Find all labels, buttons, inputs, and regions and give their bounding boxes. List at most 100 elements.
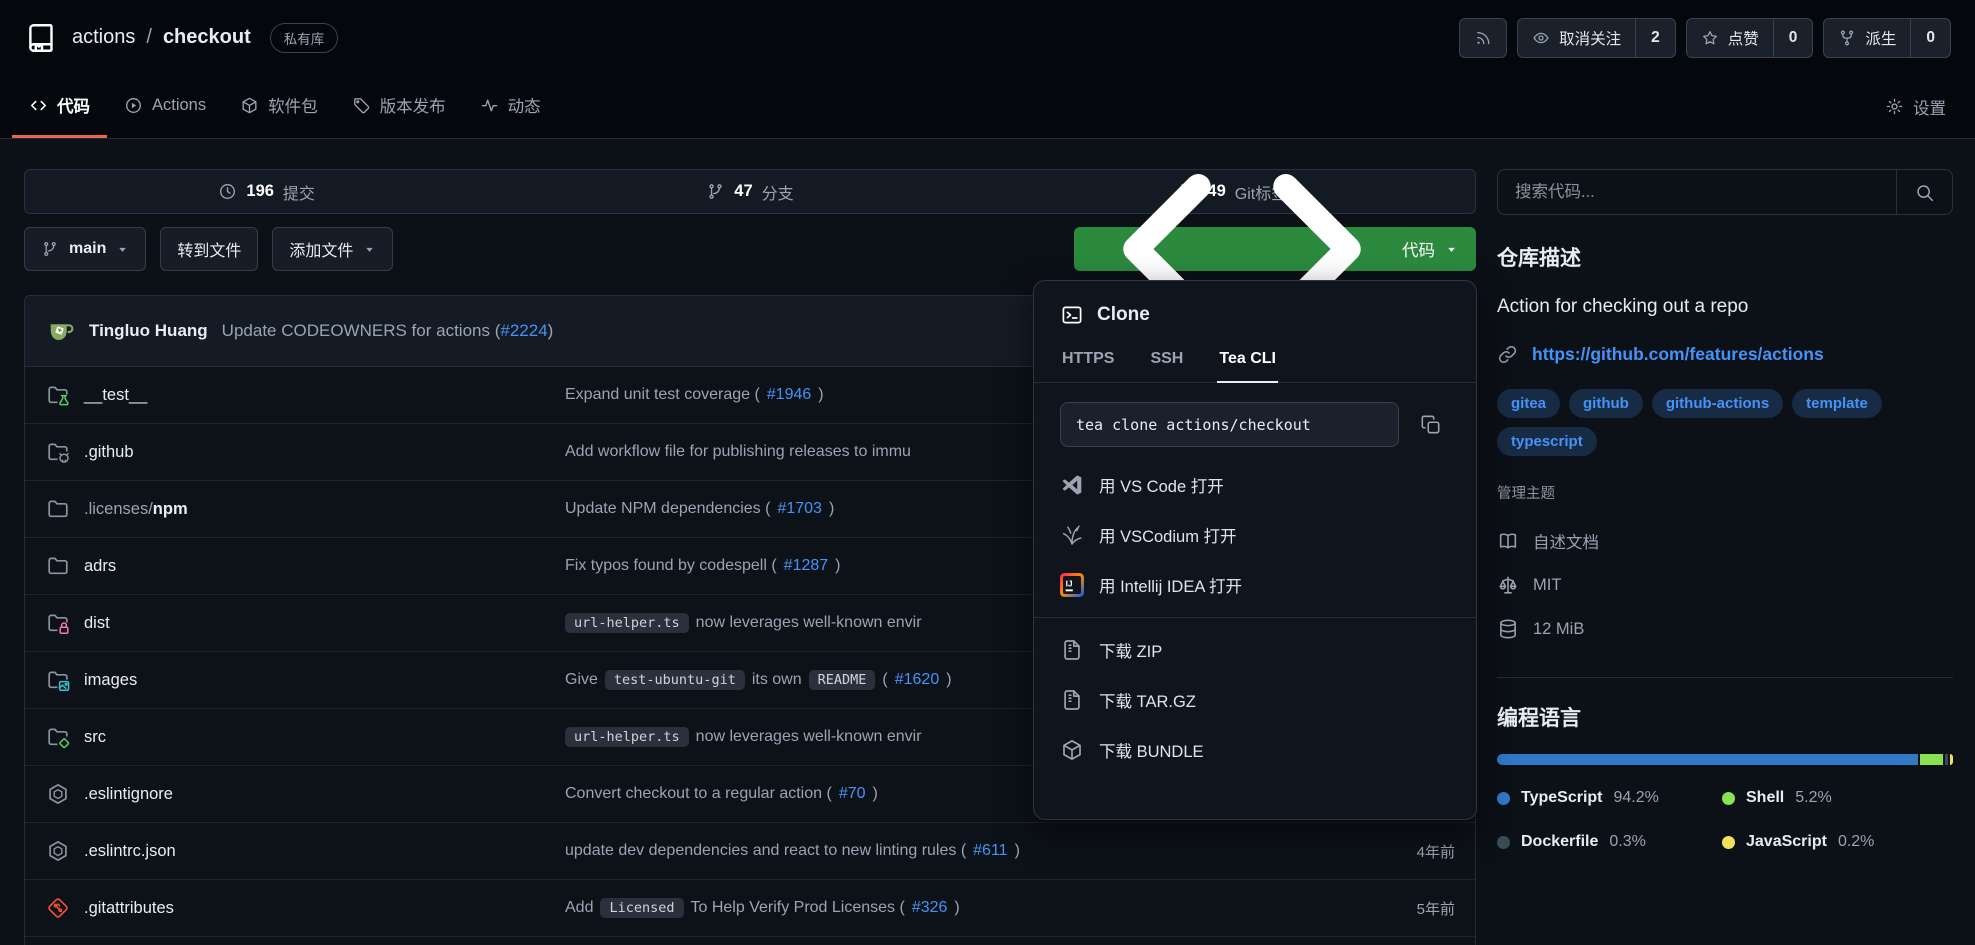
- clone-title: Clone: [1097, 304, 1150, 326]
- copy-clone-url-button[interactable]: [1412, 406, 1450, 444]
- open-in-editor-item-label: 用 Intellij IDEA 打开: [1099, 573, 1242, 597]
- file-name-link[interactable]: __test__: [84, 386, 147, 405]
- code-clone-button[interactable]: 代码: [1074, 227, 1476, 271]
- topic-chip[interactable]: typescript: [1497, 427, 1597, 456]
- code-chip: test-ubuntu-git: [605, 670, 745, 690]
- cube-icon: [240, 96, 259, 115]
- languages-title: 编程语言: [1497, 702, 1953, 732]
- language-name: Dockerfile: [1521, 833, 1598, 851]
- code-search-input[interactable]: [1498, 170, 1896, 214]
- meta-item-2[interactable]: 12 MiB: [1497, 607, 1953, 651]
- description-title: 仓库描述: [1497, 242, 1953, 272]
- tab-packages[interactable]: 软件包: [223, 75, 335, 138]
- tab-settings[interactable]: 设置: [1868, 75, 1963, 138]
- open-in-editor-item-1[interactable]: 用 VSCodium 打开: [1034, 510, 1476, 560]
- topic-chip[interactable]: github-actions: [1652, 389, 1783, 418]
- forks-count[interactable]: 0: [1910, 19, 1950, 57]
- code-search-button[interactable]: [1896, 170, 1952, 214]
- file-name-link[interactable]: .github: [84, 443, 134, 462]
- fork-label: 派生: [1865, 27, 1896, 49]
- rss-button[interactable]: [1459, 18, 1507, 58]
- clone-tab-tea-cli[interactable]: Tea CLI: [1217, 337, 1278, 383]
- topic-chip[interactable]: github: [1569, 389, 1643, 418]
- file-name-link[interactable]: images: [84, 671, 137, 690]
- file-name-cell: adrs: [45, 554, 565, 578]
- clone-tab-https[interactable]: HTTPS: [1060, 337, 1116, 383]
- code-chip: Licensed: [600, 898, 683, 918]
- pr-link[interactable]: #1946: [767, 386, 812, 404]
- clone-url-input[interactable]: [1060, 402, 1399, 447]
- website-link[interactable]: https://github.com/features/actions: [1532, 344, 1824, 365]
- commit-pr-link[interactable]: #2224: [500, 321, 547, 340]
- file-name-link[interactable]: src: [84, 728, 106, 747]
- unwatch-button[interactable]: 取消关注 2: [1517, 18, 1676, 58]
- meta-item-1[interactable]: MIT: [1497, 563, 1953, 607]
- commit-author-avatar[interactable]: [45, 316, 75, 346]
- tab-actions[interactable]: Actions: [107, 75, 223, 138]
- pr-link[interactable]: #1703: [777, 500, 822, 518]
- fork-button[interactable]: 派生 0: [1823, 18, 1951, 58]
- file-name: src: [84, 728, 106, 746]
- add-file-button[interactable]: 添加文件: [272, 227, 393, 271]
- message-text: update dev dependencies and react to new…: [565, 842, 966, 860]
- tab-activity[interactable]: 动态: [463, 75, 558, 138]
- eye-icon: [1532, 29, 1550, 47]
- folder-image-icon: [45, 668, 71, 692]
- pr-link[interactable]: #611: [973, 842, 1007, 860]
- eslint-icon: [45, 839, 71, 863]
- file-name-link[interactable]: .eslintignore: [84, 785, 173, 804]
- play-icon: [124, 96, 143, 115]
- pr-link[interactable]: #70: [839, 785, 866, 803]
- message-text: Add: [565, 899, 593, 917]
- file-name-link[interactable]: .gitattributes: [84, 899, 174, 918]
- message-text: its own: [752, 671, 802, 689]
- tab-releases[interactable]: 版本发布: [335, 75, 463, 138]
- star-icon: [1701, 29, 1719, 47]
- file-name-cell: images: [45, 668, 565, 692]
- tab-code[interactable]: 代码: [12, 75, 107, 138]
- file-zip-icon: [1060, 688, 1084, 712]
- website-row: https://github.com/features/actions: [1497, 344, 1953, 365]
- stat-commits[interactable]: 196提交: [25, 180, 508, 204]
- topic-chip[interactable]: gitea: [1497, 389, 1560, 418]
- stars-count[interactable]: 0: [1773, 19, 1813, 57]
- eslint-icon: [45, 782, 71, 806]
- code-search: [1497, 169, 1953, 215]
- branch-selector[interactable]: main: [24, 227, 146, 271]
- cube-icon: [1060, 738, 1084, 762]
- pulse-icon: [480, 96, 499, 115]
- commit-author[interactable]: Tingluo Huang: [89, 321, 208, 341]
- file-name-link[interactable]: .eslintrc.json: [84, 842, 176, 861]
- clone-download-items: 下载 ZIP下载 TAR.GZ下载 BUNDLE: [1034, 625, 1476, 775]
- clone-tab-ssh[interactable]: SSH: [1148, 337, 1185, 383]
- stat-branches[interactable]: 47分支: [508, 180, 991, 204]
- goto-file-button[interactable]: 转到文件: [160, 227, 258, 271]
- open-in-editor-item-0[interactable]: 用 VS Code 打开: [1034, 460, 1476, 510]
- topic-chip[interactable]: template: [1792, 389, 1882, 418]
- pr-link[interactable]: #1287: [784, 557, 829, 575]
- unwatch-label: 取消关注: [1559, 27, 1621, 49]
- file-name-link[interactable]: adrs: [84, 557, 116, 576]
- pr-link[interactable]: #326: [912, 899, 948, 917]
- stat-commits-label: 提交: [283, 180, 315, 204]
- fork-icon: [1838, 29, 1856, 47]
- language-segment-dockerfile: [1945, 754, 1948, 765]
- file-name-link[interactable]: .licenses/npm: [84, 500, 188, 519]
- repo-name-link[interactable]: checkout: [163, 26, 251, 49]
- meta-item-0[interactable]: 自述文档: [1497, 519, 1953, 563]
- repo-owner-link[interactable]: actions: [72, 26, 135, 49]
- code-chip: url-helper.ts: [565, 727, 689, 747]
- file-name-link[interactable]: dist: [84, 614, 110, 633]
- link-icon: [1497, 344, 1518, 365]
- gitea-repo-page: actions / checkout 私有库 取消关注 2 点赞 0 派生: [0, 0, 1975, 945]
- download-item-2[interactable]: 下载 BUNDLE: [1034, 725, 1476, 775]
- download-item-1[interactable]: 下载 TAR.GZ: [1034, 675, 1476, 725]
- watchers-count[interactable]: 2: [1635, 19, 1675, 57]
- star-button[interactable]: 点赞 0: [1686, 18, 1814, 58]
- clone-input-row: [1034, 383, 1476, 460]
- pr-link[interactable]: #1620: [895, 671, 940, 689]
- open-in-editor-item-2[interactable]: IJ用 Intellij IDEA 打开: [1034, 560, 1476, 610]
- manage-topics-link[interactable]: 管理主题: [1497, 482, 1555, 503]
- download-item-0[interactable]: 下载 ZIP: [1034, 625, 1476, 675]
- file-commit-date: 4年前: [1345, 841, 1455, 862]
